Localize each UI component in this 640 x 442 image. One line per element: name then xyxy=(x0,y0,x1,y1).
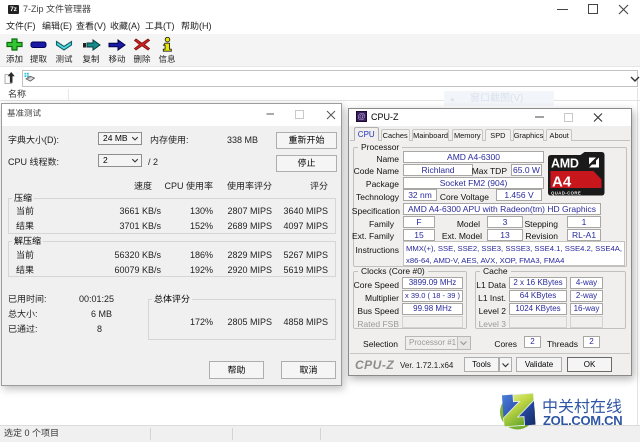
svg-text:AMD: AMD xyxy=(551,157,579,171)
svg-text:QUAD-CORE: QUAD-CORE xyxy=(551,191,581,196)
svg-text:A4: A4 xyxy=(552,174,572,191)
